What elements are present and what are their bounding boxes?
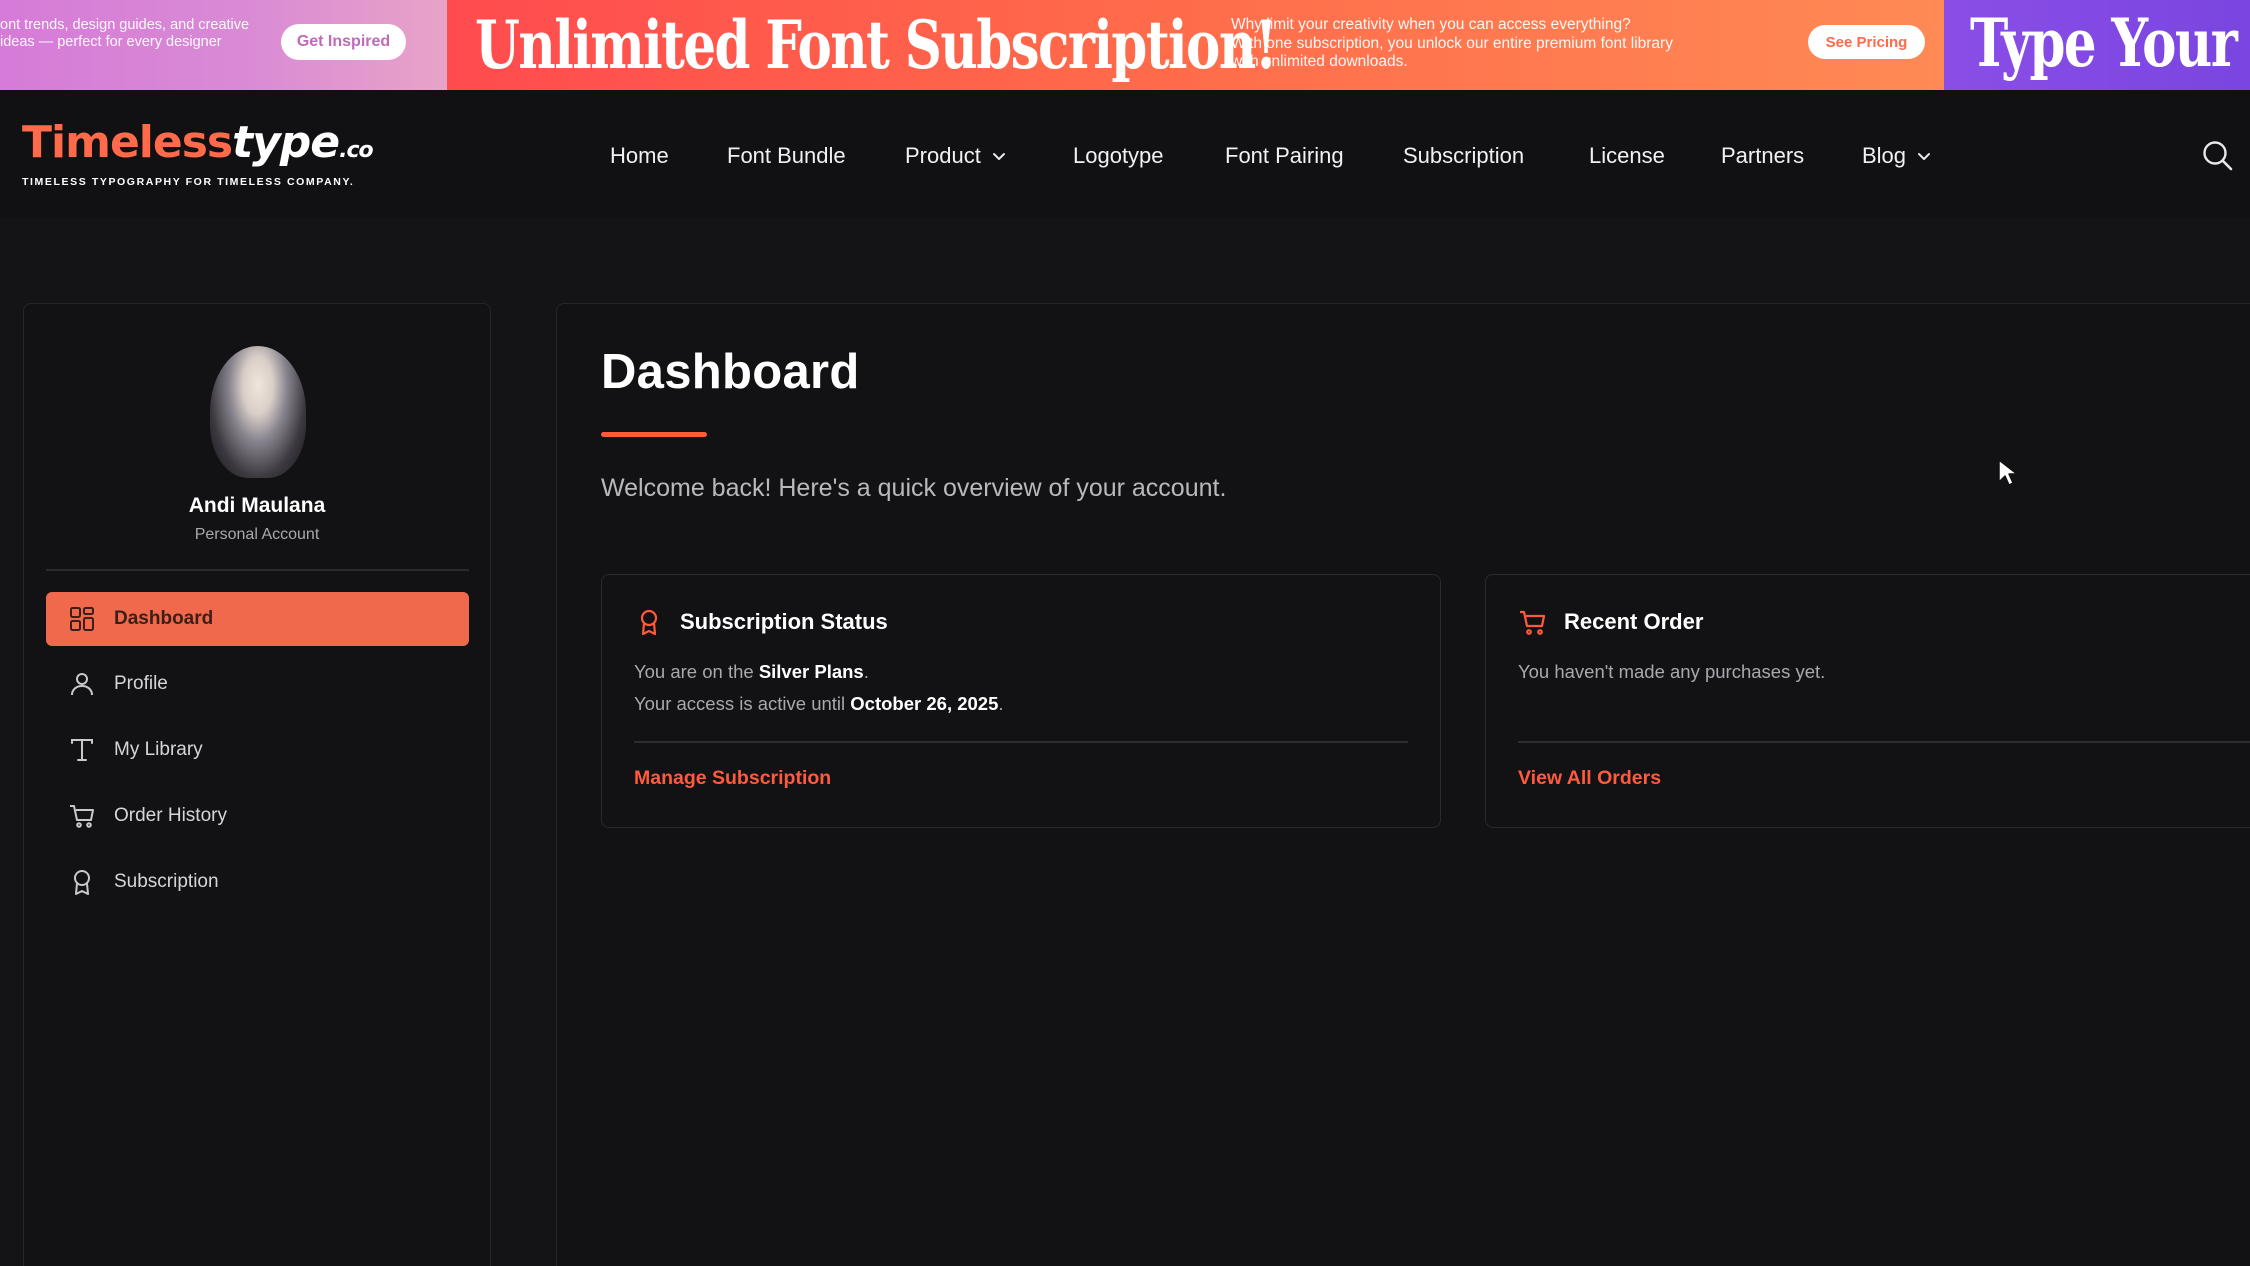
recent-order-card: Recent Order You haven't made any purcha… <box>1485 574 2250 828</box>
card-title: Recent Order <box>1564 609 1704 634</box>
welcome-message: Welcome back! Here's a quick overview of… <box>601 474 1227 502</box>
nav-subscription-label: Subscription <box>1403 143 1525 168</box>
award-icon <box>74 870 90 895</box>
logo-part-co: .co <box>339 138 374 163</box>
search-icon[interactable] <box>2200 138 2234 172</box>
card-divider <box>1518 741 2250 743</box>
expiry-line-prefix: Your access is active until <box>634 693 846 714</box>
plan-line: You are on the Silver Plans. <box>634 661 869 683</box>
get-inspired-button[interactable]: Get Inspired <box>281 24 406 60</box>
logo-part-type: type <box>232 117 340 168</box>
sidebar-item-order-history[interactable]: Order History <box>46 789 469 843</box>
site-header: Timelesstype.co TIMELESS TYPOGRAPHY FOR … <box>0 90 2250 218</box>
sidebar-item-label: Subscription <box>114 871 219 892</box>
nav-blog[interactable]: Blog <box>1862 138 1932 174</box>
nav-home-label: Home <box>610 143 669 168</box>
award-icon <box>640 609 658 636</box>
promo-headline: Unlimited Font Subscription! <box>475 6 1277 84</box>
view-all-orders-link[interactable]: View All Orders <box>1518 767 1661 790</box>
sidebar-item-label: Dashboard <box>114 608 214 629</box>
subscription-status-card: Subscription Status You are on the Silve… <box>601 574 1441 828</box>
manage-subscription-link[interactable]: Manage Subscription <box>634 767 831 790</box>
type-t-icon <box>71 739 93 761</box>
nav-partners[interactable]: Partners <box>1721 138 1804 174</box>
plan-line-prefix: You are on the <box>634 661 754 682</box>
card-header: Recent Order <box>1518 607 1703 637</box>
promo-right-headline: Type Your <box>1970 4 2238 82</box>
promo-mid-text: Why limit your creativity when you can a… <box>1231 16 1673 70</box>
plan-line-suffix: . <box>863 661 869 682</box>
sidebar-item-label: Profile <box>114 673 168 694</box>
account-sidebar: Andi Maulana Personal Account Dashboard … <box>23 303 491 1266</box>
plan-name: Silver Plans <box>758 661 864 682</box>
expiry-line: Your access is active until October 26, … <box>634 693 1004 715</box>
user-icon <box>71 673 93 696</box>
see-pricing-button[interactable]: See Pricing <box>1808 25 1925 59</box>
nav-font-pairing-label: Font Pairing <box>1225 143 1344 168</box>
logo-tagline: TIMELESS TYPOGRAPHY FOR TIMELESS COMPANY… <box>22 176 355 188</box>
sidebar-divider <box>46 569 469 571</box>
sidebar-item-dashboard[interactable]: Dashboard <box>46 592 469 646</box>
logo-part-timeless: Timeless <box>22 117 233 168</box>
sidebar-item-my-library[interactable]: My Library <box>46 723 469 777</box>
cart-icon <box>70 805 94 828</box>
no-orders-message: You haven't made any purchases yet. <box>1518 661 1826 682</box>
promo-banner: ont trends, design guides, and creative … <box>0 0 2250 90</box>
site-logo[interactable]: Timelesstype.co TIMELESS TYPOGRAPHY FOR … <box>22 117 374 189</box>
promo-left-text: ont trends, design guides, and creative … <box>0 17 250 50</box>
card-header: Subscription Status <box>634 607 888 637</box>
nav-product[interactable]: Product <box>905 138 1007 174</box>
promo-panel-main: Unlimited Font Subscription! Why limit y… <box>447 0 1944 90</box>
page-title: Dashboard <box>601 345 860 399</box>
card-divider <box>634 741 1408 743</box>
sidebar-item-label: My Library <box>114 739 203 760</box>
sidebar-item-subscription[interactable]: Subscription <box>46 855 469 909</box>
chevron-down-icon <box>992 153 1005 160</box>
nav-home[interactable]: Home <box>610 138 669 174</box>
nav-logotype[interactable]: Logotype <box>1073 138 1164 174</box>
nav-license[interactable]: License <box>1589 138 1665 174</box>
sidebar-item-profile[interactable]: Profile <box>46 657 469 711</box>
account-type: Personal Account <box>194 526 320 543</box>
expiry-line-suffix: . <box>998 693 1004 714</box>
card-title: Subscription Status <box>680 609 888 634</box>
nav-font-pairing[interactable]: Font Pairing <box>1225 138 1344 174</box>
user-name: Andi Maulana <box>188 494 326 517</box>
promo-panel-left: ont trends, design guides, and creative … <box>0 0 447 90</box>
nav-logotype-label: Logotype <box>1073 143 1164 168</box>
dashboard-panel: Dashboard Welcome back! Here's a quick o… <box>556 303 2250 1266</box>
nav-font-bundle-label: Font Bundle <box>727 143 846 168</box>
chevron-down-icon <box>1918 153 1931 160</box>
sidebar-item-label: Order History <box>114 805 227 826</box>
dashboard-grid-icon <box>70 607 94 631</box>
title-underline <box>601 432 707 437</box>
nav-blog-label: Blog <box>1862 143 1907 168</box>
nav-partners-label: Partners <box>1721 143 1805 168</box>
nav-product-label: Product <box>905 143 981 168</box>
mouse-cursor-icon <box>1998 459 2018 486</box>
nav-subscription[interactable]: Subscription <box>1403 138 1524 174</box>
logo-wordmark: Timelesstype.co <box>22 117 374 174</box>
nav-font-bundle[interactable]: Font Bundle <box>727 138 846 174</box>
promo-panel-right: Type Your <box>1944 0 2250 90</box>
cart-icon <box>1520 610 1546 635</box>
avatar <box>210 346 306 478</box>
expiry-date: October 26, 2025 <box>850 693 999 714</box>
nav-license-label: License <box>1589 143 1665 168</box>
